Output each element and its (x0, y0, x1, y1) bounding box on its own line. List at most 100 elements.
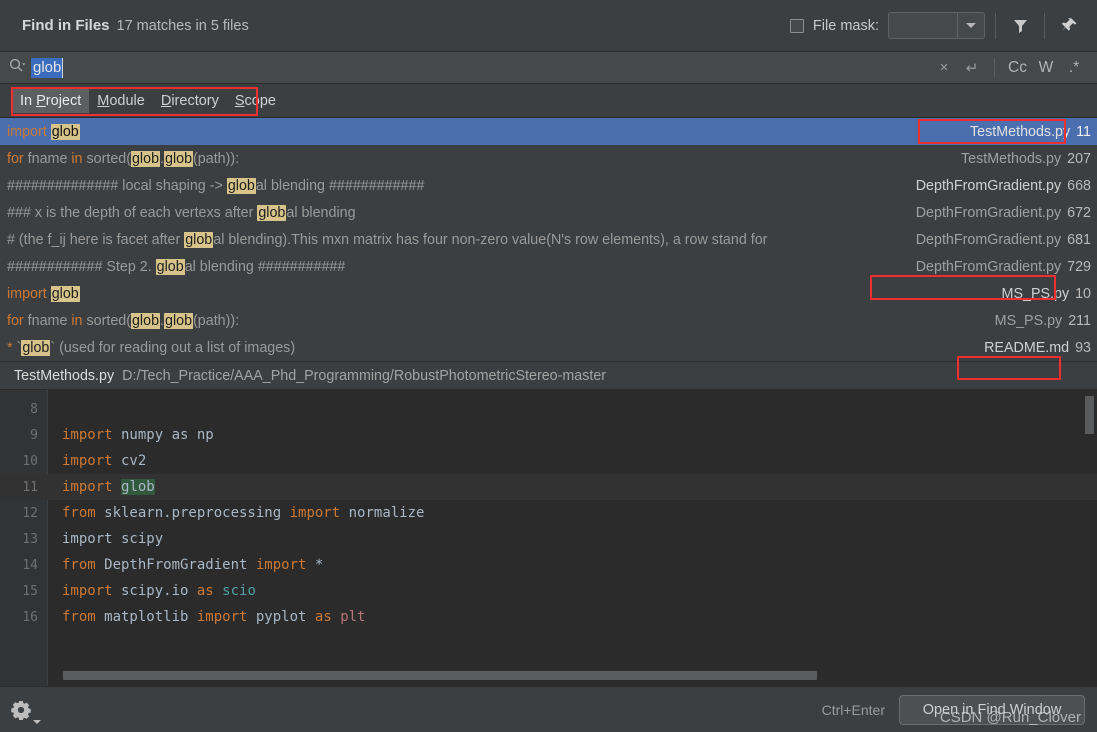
result-line-number: 207 (1067, 150, 1091, 167)
search-input[interactable]: glob (31, 57, 64, 78)
file-mask-group: File mask: (789, 12, 985, 39)
result-file-name: TestMethods.py (970, 123, 1071, 140)
vertical-scrollbar[interactable] (1085, 396, 1094, 434)
file-mask-label: File mask: (812, 17, 879, 34)
line-number: 9 (30, 427, 38, 443)
find-in-files-dialog: Find in Files 17 matches in 5 files File… (0, 0, 1097, 732)
code-lines: 8 9 import numpy as np 10 import cv2 11 … (0, 390, 1097, 630)
scope-tab-in-project[interactable]: In Project (12, 88, 90, 113)
result-snippet: import glob (7, 123, 80, 140)
result-meta: DepthFromGradient.py 729 (916, 259, 1091, 275)
result-meta: DepthFromGradient.py 681 (916, 232, 1091, 248)
line-source: import cv2 (62, 453, 147, 469)
table-row[interactable]: for fname in sorted(glob.glob(path)): Te… (0, 145, 1097, 172)
gear-icon[interactable] (10, 695, 41, 725)
scope-tab-module[interactable]: Module (89, 89, 153, 113)
dialog-footer: Ctrl+Enter Open in Find Window CSDN @Run… (0, 686, 1097, 732)
result-meta: TestMethods.py 207 (961, 151, 1091, 167)
result-snippet: import glob (7, 285, 80, 302)
scope-tab-scope[interactable]: Scope (227, 89, 284, 113)
shortcut-hint: Ctrl+Enter (821, 701, 885, 718)
line-number: 11 (22, 479, 38, 495)
result-line-number: 211 (1068, 312, 1091, 329)
header-divider-2 (1044, 12, 1045, 39)
result-snippet: ############## local shaping -> global b… (7, 177, 425, 194)
result-snippet: for fname in sorted(glob.glob(path)): (7, 150, 240, 167)
code-line-current: 11 import glob (0, 474, 1097, 500)
whole-words-toggle[interactable]: W (1033, 55, 1059, 81)
header-divider (995, 12, 996, 39)
result-file-name: MS_PS.py (1001, 285, 1070, 302)
file-mask-input[interactable] (889, 13, 957, 38)
result-meta: MS_PS.py 10 (1002, 286, 1091, 302)
page-title: Find in Files (22, 17, 110, 34)
line-source: import glob (62, 479, 155, 495)
result-file-name: DepthFromGradient.py (915, 204, 1062, 221)
line-number: 10 (22, 453, 38, 469)
result-snippet: * `glob` (used for reading out a list of… (7, 339, 296, 356)
result-meta: MS_PS.py 211 (995, 313, 1091, 329)
search-divider (994, 58, 996, 77)
line-number: 8 (30, 401, 38, 417)
horizontal-scrollbar[interactable] (63, 671, 817, 680)
chevron-down-icon[interactable] (957, 13, 984, 38)
match-case-toggle[interactable]: Cc (1004, 55, 1031, 81)
result-file-name: MS_PS.py (994, 312, 1063, 329)
pin-icon[interactable] (1055, 12, 1083, 40)
search-icon[interactable] (8, 57, 26, 79)
results-list: import glob TestMethods.py 11 for fname … (0, 118, 1097, 380)
result-snippet: # (the f_ij here is facet after global b… (7, 231, 768, 248)
line-number: 14 (22, 557, 38, 573)
table-row[interactable]: * `glob` (used for reading out a list of… (0, 334, 1097, 361)
table-row[interactable]: ### x is the depth of each vertexs after… (0, 199, 1097, 226)
table-row[interactable]: import glob MS_PS.py 10 (0, 280, 1097, 307)
result-line-number: 729 (1067, 258, 1091, 275)
line-source: import scipy (62, 531, 164, 547)
result-snippet: for fname in sorted(glob.glob(path)): (7, 312, 240, 329)
scope-tab-directory[interactable]: Directory (153, 89, 227, 113)
chevron-down-icon[interactable] (33, 719, 41, 724)
file-mask-combo[interactable] (888, 12, 985, 39)
table-row[interactable]: ############## local shaping -> global b… (0, 172, 1097, 199)
result-meta: TestMethods.py 11 (970, 124, 1091, 140)
line-source: import numpy as np (62, 427, 214, 443)
result-meta: DepthFromGradient.py 668 (916, 178, 1091, 194)
search-input-group[interactable]: glob (8, 57, 64, 79)
file-mask-checkbox[interactable] (789, 18, 804, 33)
regex-toggle[interactable]: .* (1061, 55, 1087, 81)
filter-icon[interactable] (1006, 12, 1034, 40)
result-snippet: ############ Step 2. global blending ###… (7, 258, 346, 275)
result-line-number: 681 (1067, 231, 1091, 248)
line-number: 12 (22, 505, 38, 521)
breadcrumb-directory: D:/Tech_Practice/AAA_Phd_Programming/Rob… (122, 367, 607, 384)
table-row[interactable]: # (the f_ij here is facet after global b… (0, 226, 1097, 253)
line-number: 15 (22, 583, 38, 599)
line-source: from DepthFromGradient import * (62, 557, 324, 573)
dialog-header: Find in Files 17 matches in 5 files File… (0, 0, 1097, 52)
table-row[interactable]: ############ Step 2. global blending ###… (0, 253, 1097, 280)
search-actions: × ↵ Cc W .* (931, 55, 1087, 81)
open-in-find-window-button[interactable]: Open in Find Window (899, 694, 1085, 725)
result-file-name: DepthFromGradient.py (915, 258, 1062, 275)
code-line: 9 import numpy as np (0, 422, 1097, 448)
code-line: 14 from DepthFromGradient import * (0, 552, 1097, 578)
table-row[interactable]: for fname in sorted(glob.glob(path)): MS… (0, 307, 1097, 334)
code-line: 8 (0, 396, 1097, 422)
code-preview[interactable]: 8 9 import numpy as np 10 import cv2 11 … (0, 390, 1097, 686)
code-line: 16 from matplotlib import pyplot as plt (0, 604, 1097, 630)
result-meta: DepthFromGradient.py 672 (916, 205, 1091, 221)
match-summary: 17 matches in 5 files (116, 17, 249, 34)
result-meta: README.md 93 (984, 340, 1091, 356)
search-bar[interactable]: glob × ↵ Cc W .* (0, 52, 1097, 84)
close-icon[interactable]: × (931, 55, 957, 81)
result-line-number: 10 (1075, 285, 1091, 302)
result-line-number: 93 (1075, 339, 1091, 356)
history-return-icon[interactable]: ↵ (959, 55, 985, 81)
result-file-name: TestMethods.py (961, 150, 1062, 167)
line-number: 13 (22, 531, 38, 547)
line-number: 16 (22, 609, 38, 625)
table-row[interactable]: import glob TestMethods.py 11 (0, 118, 1097, 145)
line-source: from sklearn.preprocessing import normal… (62, 505, 425, 521)
scope-tab-bar: In Project Module Directory Scope (0, 84, 1097, 118)
breadcrumb-file: TestMethods.py (14, 367, 115, 384)
